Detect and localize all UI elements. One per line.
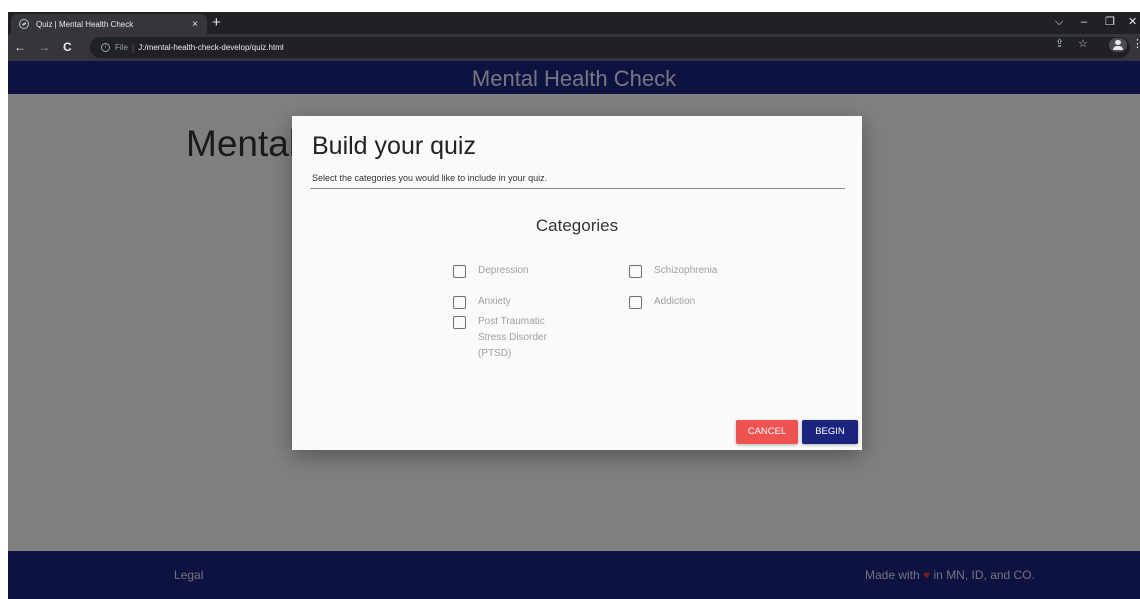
dialog-subtitle: Select the categories you would like to …	[312, 173, 548, 183]
category-label: Post Traumatic Stress Disorder (PTSD)	[478, 316, 547, 359]
globe-icon	[19, 19, 29, 29]
new-tab-button[interactable]: +	[212, 15, 221, 31]
tab-close-button[interactable]: ×	[187, 19, 203, 30]
browser-toolbar: ← → C i File | J:/mental-health-check-de…	[8, 34, 1140, 61]
category-ptsd[interactable]: Post Traumatic Stress Disorder (PTSD)	[453, 316, 558, 362]
share-icon[interactable]: ⇪	[1055, 37, 1064, 51]
category-addiction[interactable]: Addiction	[629, 296, 695, 310]
web-page: Mental Health Check Mental Health Check …	[8, 61, 1140, 599]
category-label: Schizophrenia	[654, 265, 718, 276]
depression-checkbox[interactable]	[453, 265, 466, 278]
category-anxiety[interactable]: Anxiety	[453, 296, 511, 310]
cancel-button[interactable]: CANCEL	[736, 420, 798, 444]
category-label: Anxiety	[478, 296, 511, 307]
category-label: Depression	[478, 265, 529, 276]
category-label: Addiction	[654, 296, 696, 307]
bookmark-star-icon[interactable]: ☆	[1078, 37, 1088, 51]
category-schizophrenia[interactable]: Schizophrenia	[629, 265, 717, 279]
back-button[interactable]: ←	[14, 40, 26, 54]
addiction-checkbox[interactable]	[629, 296, 642, 309]
info-icon[interactable]: i	[101, 43, 110, 52]
dialog-divider	[310, 188, 845, 189]
browser-menu-icon[interactable]: ⋮	[1132, 37, 1140, 51]
begin-button[interactable]: BEGIN	[802, 420, 858, 444]
profile-avatar-icon[interactable]	[1109, 38, 1127, 52]
forward-button[interactable]: →	[38, 40, 50, 54]
ptsd-checkbox[interactable]	[453, 316, 466, 329]
tab-search-icon[interactable]: ⌵	[1055, 15, 1063, 29]
browser-tab[interactable]: Quiz | Mental Health Check ×	[11, 14, 207, 34]
minimize-button[interactable]: –	[1081, 15, 1087, 29]
build-quiz-dialog: Build your quiz Select the categories yo…	[292, 116, 862, 450]
url-text[interactable]: J:/mental-health-check-develop/quiz.html	[138, 43, 283, 52]
tab-strip: Quiz | Mental Health Check × + ⌵ – ❐ ✕	[8, 12, 1140, 34]
address-bar[interactable]: i File | J:/mental-health-check-develop/…	[90, 37, 1130, 58]
tab-title: Quiz | Mental Health Check	[36, 19, 134, 29]
window-close-button[interactable]: ✕	[1128, 15, 1137, 29]
dialog-title: Build your quiz	[312, 132, 476, 160]
schizophrenia-checkbox[interactable]	[629, 265, 642, 278]
anxiety-checkbox[interactable]	[453, 296, 466, 309]
scheme-label: File	[115, 43, 128, 52]
restore-button[interactable]: ❐	[1105, 15, 1115, 29]
browser-window: Quiz | Mental Health Check × + ⌵ – ❐ ✕ ←…	[8, 12, 1140, 599]
category-depression[interactable]: Depression	[453, 265, 529, 279]
reload-button[interactable]: C	[63, 40, 72, 54]
address-separator: |	[131, 42, 135, 53]
categories-heading: Categories	[535, 216, 619, 235]
